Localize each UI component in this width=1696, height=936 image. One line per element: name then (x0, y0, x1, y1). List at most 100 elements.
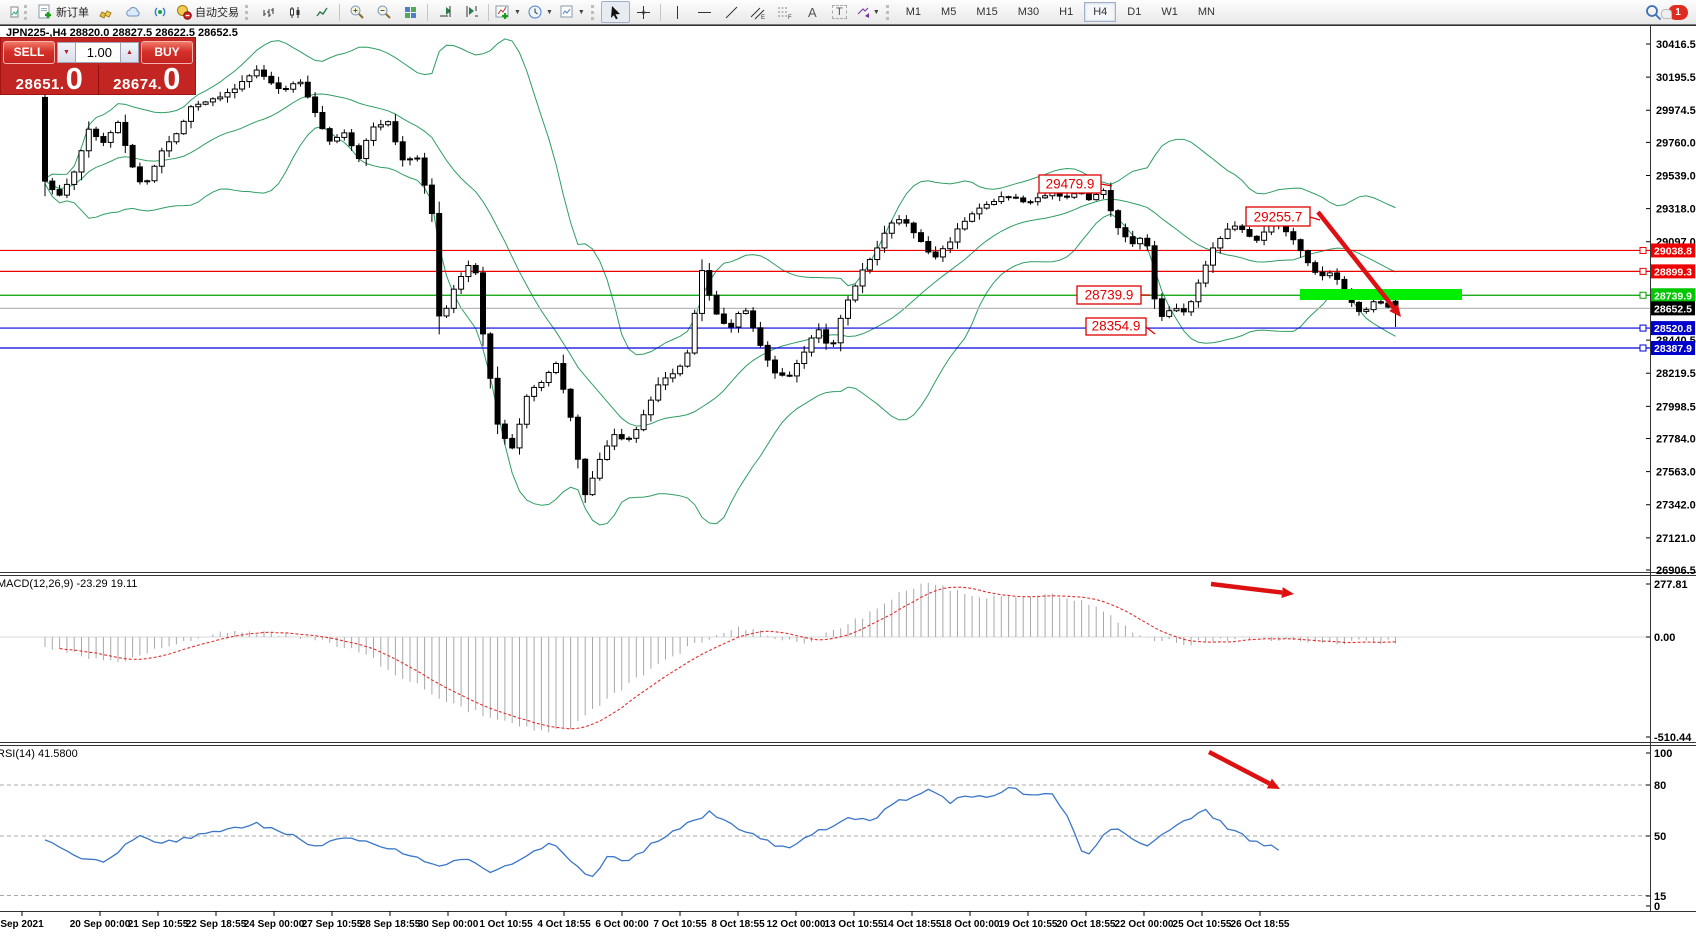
sell-price-button[interactable]: 28651. 0 (1, 63, 98, 95)
chart-canvas[interactable]: 30416.5 30195.5 29974.5 29760.0 29539.0 29318… (0, 0, 1696, 936)
candlestick-chart-button[interactable] (282, 2, 309, 22)
svg-text:27784.0: 27784.0 (1656, 434, 1696, 446)
svg-text:29255.7: 29255.7 (1254, 210, 1303, 225)
volume-input[interactable]: 1.00 (76, 41, 120, 63)
line-chart-button[interactable] (309, 2, 336, 22)
vertical-line-icon (676, 5, 678, 19)
timeframe-m1[interactable]: M1 (897, 2, 930, 22)
buy-price-big-digit: 0 (163, 61, 181, 96)
volume-decrease-button[interactable]: ▼ (57, 41, 76, 63)
market-depth-button[interactable] (92, 2, 119, 22)
horizontal-line-tool-button[interactable] (691, 2, 718, 22)
trendline-tool-button[interactable] (718, 2, 745, 22)
time-label: 1 Oct 10:55 (479, 919, 533, 930)
toolbar-separator (488, 3, 489, 21)
chart-shift-icon (466, 6, 478, 17)
bar-chart-icon (263, 7, 274, 17)
rsi-pane (44, 786, 1280, 878)
cursor-icon (611, 5, 621, 19)
timeframe-m15[interactable]: M15 (967, 2, 1006, 22)
zoom-out-button[interactable] (370, 2, 397, 22)
clock-icon (528, 5, 542, 19)
notifications-badge[interactable]: 1 (1661, 4, 1688, 20)
timeframe-m5[interactable]: M5 (932, 2, 965, 22)
arrows-tool-button[interactable]: ▼ (853, 2, 883, 22)
time-label: Sep 2021 (0, 919, 44, 930)
horizontal-line-icon (697, 11, 711, 13)
auto-scroll-icon (439, 6, 451, 17)
crosshair-tool-button[interactable] (630, 2, 657, 22)
timeframe-mn[interactable]: MN (1189, 2, 1224, 22)
zoom-in-button[interactable] (343, 2, 370, 22)
auto-trading-button[interactable]: 自动交易 (173, 2, 242, 22)
templates-icon (560, 5, 573, 18)
search-icon[interactable] (1645, 4, 1662, 21)
svg-text:100: 100 (1654, 748, 1672, 760)
timeframe-m30[interactable]: M30 (1009, 2, 1048, 22)
text-label-tool-button[interactable]: T (826, 2, 853, 22)
tile-windows-icon (405, 6, 416, 18)
bar-chart-button[interactable] (255, 2, 282, 22)
toolbar-separator (427, 3, 428, 21)
cursor-tool-button[interactable] (600, 1, 630, 23)
auto-trading-label: 自动交易 (195, 7, 239, 19)
fibonacci-tool-button[interactable]: F (772, 2, 799, 22)
rsi-level-lines (0, 784, 1650, 896)
time-label: 28 Sep 18:55 (360, 919, 421, 930)
indicators-button[interactable]: ▼ (492, 2, 524, 22)
rsi-line (44, 786, 1280, 878)
text-tool-button[interactable]: A (799, 2, 826, 22)
svg-text:0.00: 0.00 (1654, 632, 1675, 644)
tile-windows-button[interactable] (397, 2, 424, 22)
time-label: 26 Oct 18:55 (1231, 919, 1290, 930)
price-tag-28520.8: 28520.8 (1654, 323, 1692, 335)
time-label: 8 Oct 18:55 (711, 919, 765, 930)
time-label: 25 Oct 10:55 (1173, 919, 1232, 930)
crosshair-icon (636, 5, 650, 19)
line-chart-icon (316, 7, 328, 16)
svg-text:26906.5: 26906.5 (1656, 565, 1696, 577)
mql5-community-button[interactable] (119, 2, 146, 22)
annotations: 29479.9 29255.7 28739.9 28354.9 (1038, 174, 1401, 789)
channel-icon: E (750, 7, 765, 20)
timeframe-w1[interactable]: W1 (1152, 2, 1187, 22)
price-tag-29038.8: 29038.8 (1654, 245, 1692, 257)
auto-scroll-button[interactable] (431, 2, 458, 22)
new-order-label: 新订单 (56, 7, 89, 19)
time-label: 18 Oct 00:00 (941, 919, 1000, 930)
sell-button[interactable]: SELL (3, 40, 55, 64)
svg-text:28739.9: 28739.9 (1085, 288, 1134, 303)
toolbar-grip (590, 4, 598, 20)
clipped-icon[interactable] (0, 2, 21, 22)
svg-text:50: 50 (1654, 831, 1666, 843)
arrow-shapes-icon (857, 7, 869, 18)
gold-bars-icon (98, 10, 112, 19)
timeframe-h4[interactable]: H4 (1084, 2, 1117, 22)
volume-increase-button[interactable]: ▲ (120, 41, 139, 63)
equidistant-channel-tool-button[interactable]: E (745, 2, 772, 22)
time-label: 13 Oct 10:55 (825, 919, 884, 930)
trendline-icon (725, 6, 738, 18)
signals-button[interactable] (146, 2, 173, 22)
svg-text:28219.5: 28219.5 (1656, 368, 1696, 380)
svg-text:30195.5: 30195.5 (1656, 72, 1696, 84)
price-tag-28387.9: 28387.9 (1654, 343, 1692, 355)
svg-text:30416.5: 30416.5 (1656, 39, 1696, 51)
time-label: 24 Sep 00:00 (244, 919, 305, 930)
periods-button[interactable]: ▼ (524, 2, 556, 22)
svg-text:29760.0: 29760.0 (1656, 137, 1696, 149)
templates-button[interactable]: ▼ (556, 2, 588, 22)
svg-text:27121.0: 27121.0 (1656, 533, 1696, 545)
chart-shift-button[interactable] (458, 2, 485, 22)
time-label: 4 Oct 18:55 (537, 919, 591, 930)
new-order-icon (38, 4, 51, 19)
svg-text:0: 0 (1654, 901, 1660, 913)
timeframe-d1[interactable]: D1 (1118, 2, 1150, 22)
new-order-button[interactable]: 新订单 (34, 2, 92, 22)
timeframe-h1[interactable]: H1 (1050, 2, 1082, 22)
vertical-line-tool-button[interactable] (664, 2, 691, 22)
buy-price-button[interactable]: 28674. 0 (97, 61, 196, 96)
buy-price-main: 28674 (113, 76, 158, 93)
trend-arrow (1207, 750, 1271, 786)
time-label: 7 Oct 10:55 (653, 919, 707, 930)
